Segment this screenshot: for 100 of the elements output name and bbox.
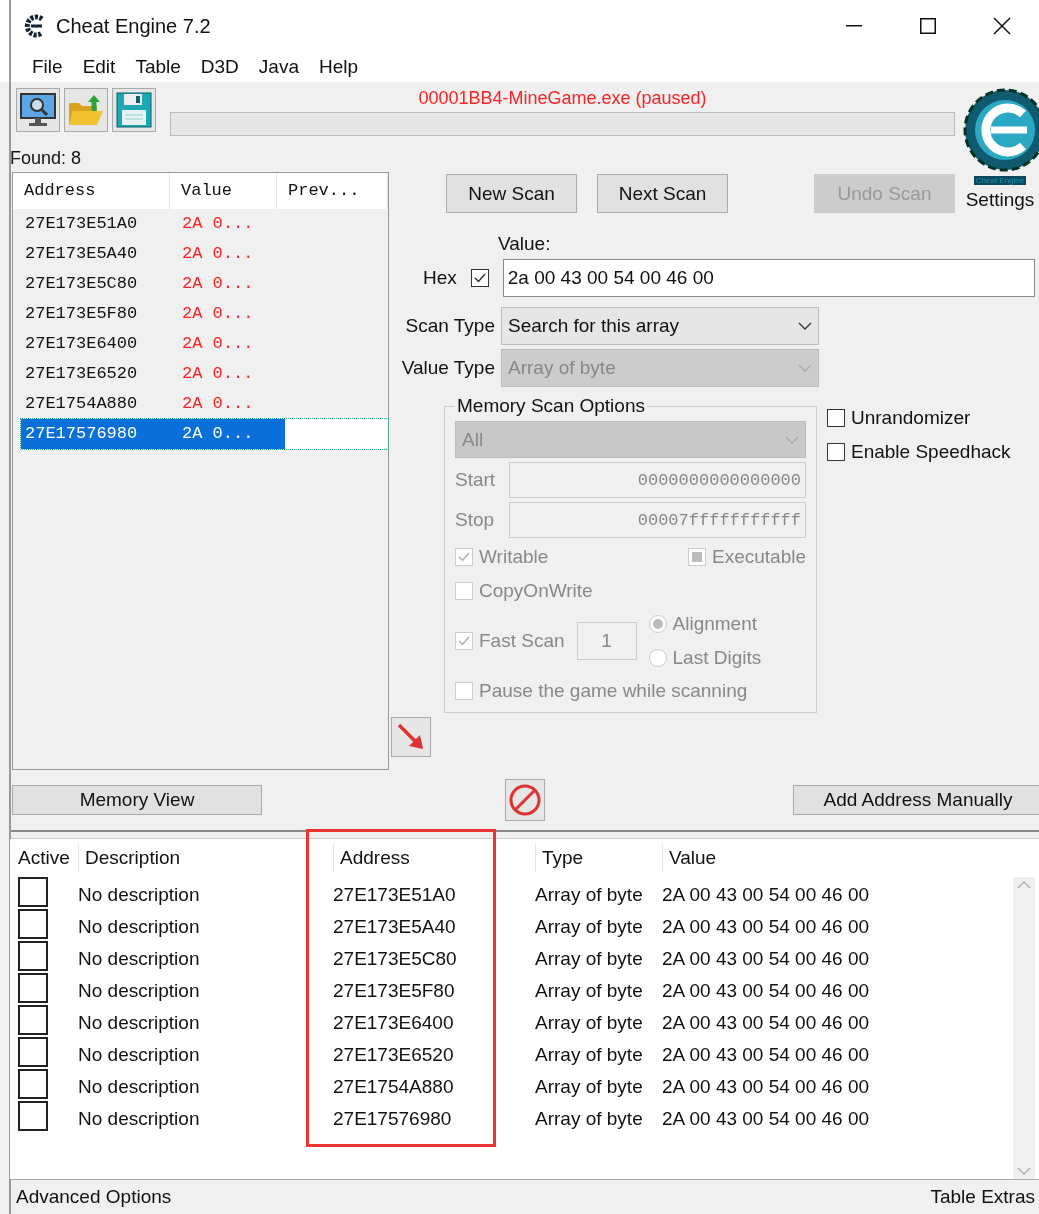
value-cell-text: 2A 00 43 00 54 00 46 00 — [662, 915, 871, 938]
column-header[interactable]: Prev... — [277, 173, 388, 209]
checkbox[interactable] — [18, 909, 48, 939]
value-cell-text: 2A 0... — [181, 303, 255, 325]
description-cell-text: No description — [78, 915, 201, 938]
found-count: Found: 8 — [9, 147, 83, 170]
column-header[interactable]: Address — [333, 843, 535, 873]
chevron-down-icon — [798, 322, 812, 330]
scan-button[interactable]: Next Scan — [597, 174, 728, 213]
value-field[interactable]: 2a 00 43 00 54 00 46 00 — [502, 259, 1035, 297]
save-button[interactable] — [112, 88, 156, 132]
address-cell-text: 27E173E5C80 — [24, 273, 139, 295]
address-cell-text: 27E173E6520 — [24, 363, 139, 385]
type-cell-text: Array of byte — [535, 947, 644, 970]
result-row[interactable]: 27E1754A880 2A 0... — [21, 389, 388, 419]
value-cell-text: 2A 0... — [181, 363, 255, 385]
menu-item[interactable]: File — [22, 56, 73, 78]
type-cell-text: Array of byte — [535, 1107, 644, 1130]
type-cell-text: Array of byte — [535, 883, 644, 906]
column-header[interactable]: Type — [535, 843, 662, 873]
option-label: Alignment — [672, 613, 758, 636]
address-cell-text: 27E173E5F80 — [24, 303, 139, 325]
close-icon[interactable] — [993, 17, 1011, 35]
column-header[interactable]: Active — [18, 843, 78, 873]
open-process-button[interactable] — [16, 88, 60, 132]
add-to-list-button[interactable] — [391, 717, 431, 757]
value-cell-text: 2A 0... — [181, 333, 255, 355]
value-cell-text: 2A 00 43 00 54 00 46 00 — [662, 1043, 871, 1066]
checkbox[interactable] — [18, 941, 48, 971]
address-cell-text: 27E173E51A0 — [24, 213, 139, 235]
value-type-label: Value Type — [400, 357, 495, 379]
checkbox[interactable] — [18, 1037, 48, 1067]
scan-type-label: Scan Type — [404, 315, 495, 337]
checkbox[interactable] — [827, 409, 845, 427]
add-address-button[interactable]: Add Address Manually — [793, 785, 1039, 815]
value-cell-text: 2A 00 43 00 54 00 46 00 — [662, 1107, 871, 1130]
menu-item[interactable]: D3D — [190, 56, 249, 78]
checkbox[interactable] — [18, 1005, 48, 1035]
stop-label: Stop — [455, 509, 496, 532]
chevron-down-icon — [785, 435, 799, 444]
result-row[interactable]: 27E173E5C80 2A 0... — [21, 269, 388, 299]
column-header[interactable]: Address — [13, 173, 170, 209]
description-cell-text: No description — [78, 947, 201, 970]
option-label: Fast Scan — [479, 630, 565, 653]
address-cell-text: 27E173E6400 — [24, 333, 139, 355]
value-cell-text: 2A 00 43 00 54 00 46 00 — [662, 1075, 871, 1098]
option-label: Writable — [479, 546, 549, 569]
table-extras-link[interactable]: Table Extras — [930, 1186, 1035, 1208]
logo-caption: Cheat Engine — [973, 176, 1027, 185]
maximize-icon[interactable] — [920, 18, 936, 34]
minimize-icon[interactable] — [846, 25, 862, 27]
value-cell-text: 2A 00 43 00 54 00 46 00 — [662, 1011, 871, 1034]
monitor-magnifier-icon — [19, 92, 57, 128]
column-header[interactable]: Value — [662, 843, 1013, 873]
menu-item[interactable]: Help — [308, 56, 369, 78]
group-title: Memory Scan Options — [456, 395, 646, 417]
result-row[interactable]: 27E173E6400 2A 0... — [21, 329, 388, 359]
checkbox[interactable] — [18, 1069, 48, 1099]
description-cell-text: No description — [78, 1011, 201, 1034]
value-cell-text: 2A 0... — [181, 393, 255, 415]
result-row[interactable]: 27E173E6520 2A 0... — [21, 359, 388, 389]
checkbox[interactable] — [18, 1101, 48, 1131]
folder-arrow-icon — [67, 93, 105, 127]
checkbox[interactable] — [470, 269, 489, 287]
menu-item[interactable]: Edit — [72, 56, 126, 78]
value-cell-text: 2A 0... — [181, 273, 255, 295]
result-row[interactable]: 27E173E51A0 2A 0... — [21, 209, 388, 239]
result-row[interactable]: 27E173E5A40 2A 0... — [21, 239, 388, 269]
value-cell-text: 2A 00 43 00 54 00 46 00 — [662, 947, 871, 970]
checkbox[interactable] — [18, 877, 48, 907]
menu-item[interactable]: Java — [248, 56, 309, 78]
advanced-options-link[interactable]: Advanced Options — [16, 1186, 172, 1208]
address-cell-text: 27E173E5A40 — [24, 243, 139, 265]
address-cell-text: 27E173E6520 — [333, 1043, 455, 1066]
address-cell-text: 27E173E5C80 — [333, 947, 458, 970]
checkbox[interactable] — [18, 973, 48, 1003]
hex-label: Hex — [423, 267, 457, 289]
value-cell-text: 2A 0... — [181, 243, 255, 265]
result-row[interactable]: 27E17576980 2A 0... — [21, 419, 388, 449]
value-label: Value: — [497, 233, 552, 256]
stop-button[interactable] — [505, 779, 545, 821]
process-name: 00001BB4-MineGame.exe (paused) — [418, 88, 707, 110]
description-cell-text: No description — [78, 883, 201, 906]
checkbox[interactable] — [827, 443, 845, 461]
scan-button[interactable]: New Scan — [446, 174, 577, 213]
address-cell-text: 27E173E51A0 — [333, 883, 457, 906]
start-label: Start — [455, 469, 497, 492]
type-cell-text: Array of byte — [535, 1011, 644, 1034]
settings-label[interactable]: Settings — [965, 189, 1035, 211]
column-header[interactable]: Description — [78, 843, 333, 873]
option-label: Unrandomizer — [851, 407, 971, 429]
menu-item[interactable]: Table — [125, 56, 191, 78]
memory-view-button[interactable]: Memory View — [12, 785, 262, 815]
address-cell-text: 27E173E6400 — [333, 1011, 455, 1034]
scan-type-dropdown[interactable]: Search for this array — [501, 307, 819, 345]
value-cell-text: 2A 0... — [181, 423, 255, 445]
address-cell-text: 27E17576980 — [333, 1107, 453, 1130]
value-cell-text: 2A 0... — [181, 213, 255, 235]
result-row[interactable]: 27E173E5F80 2A 0... — [21, 299, 388, 329]
column-header[interactable]: Value — [170, 173, 277, 209]
